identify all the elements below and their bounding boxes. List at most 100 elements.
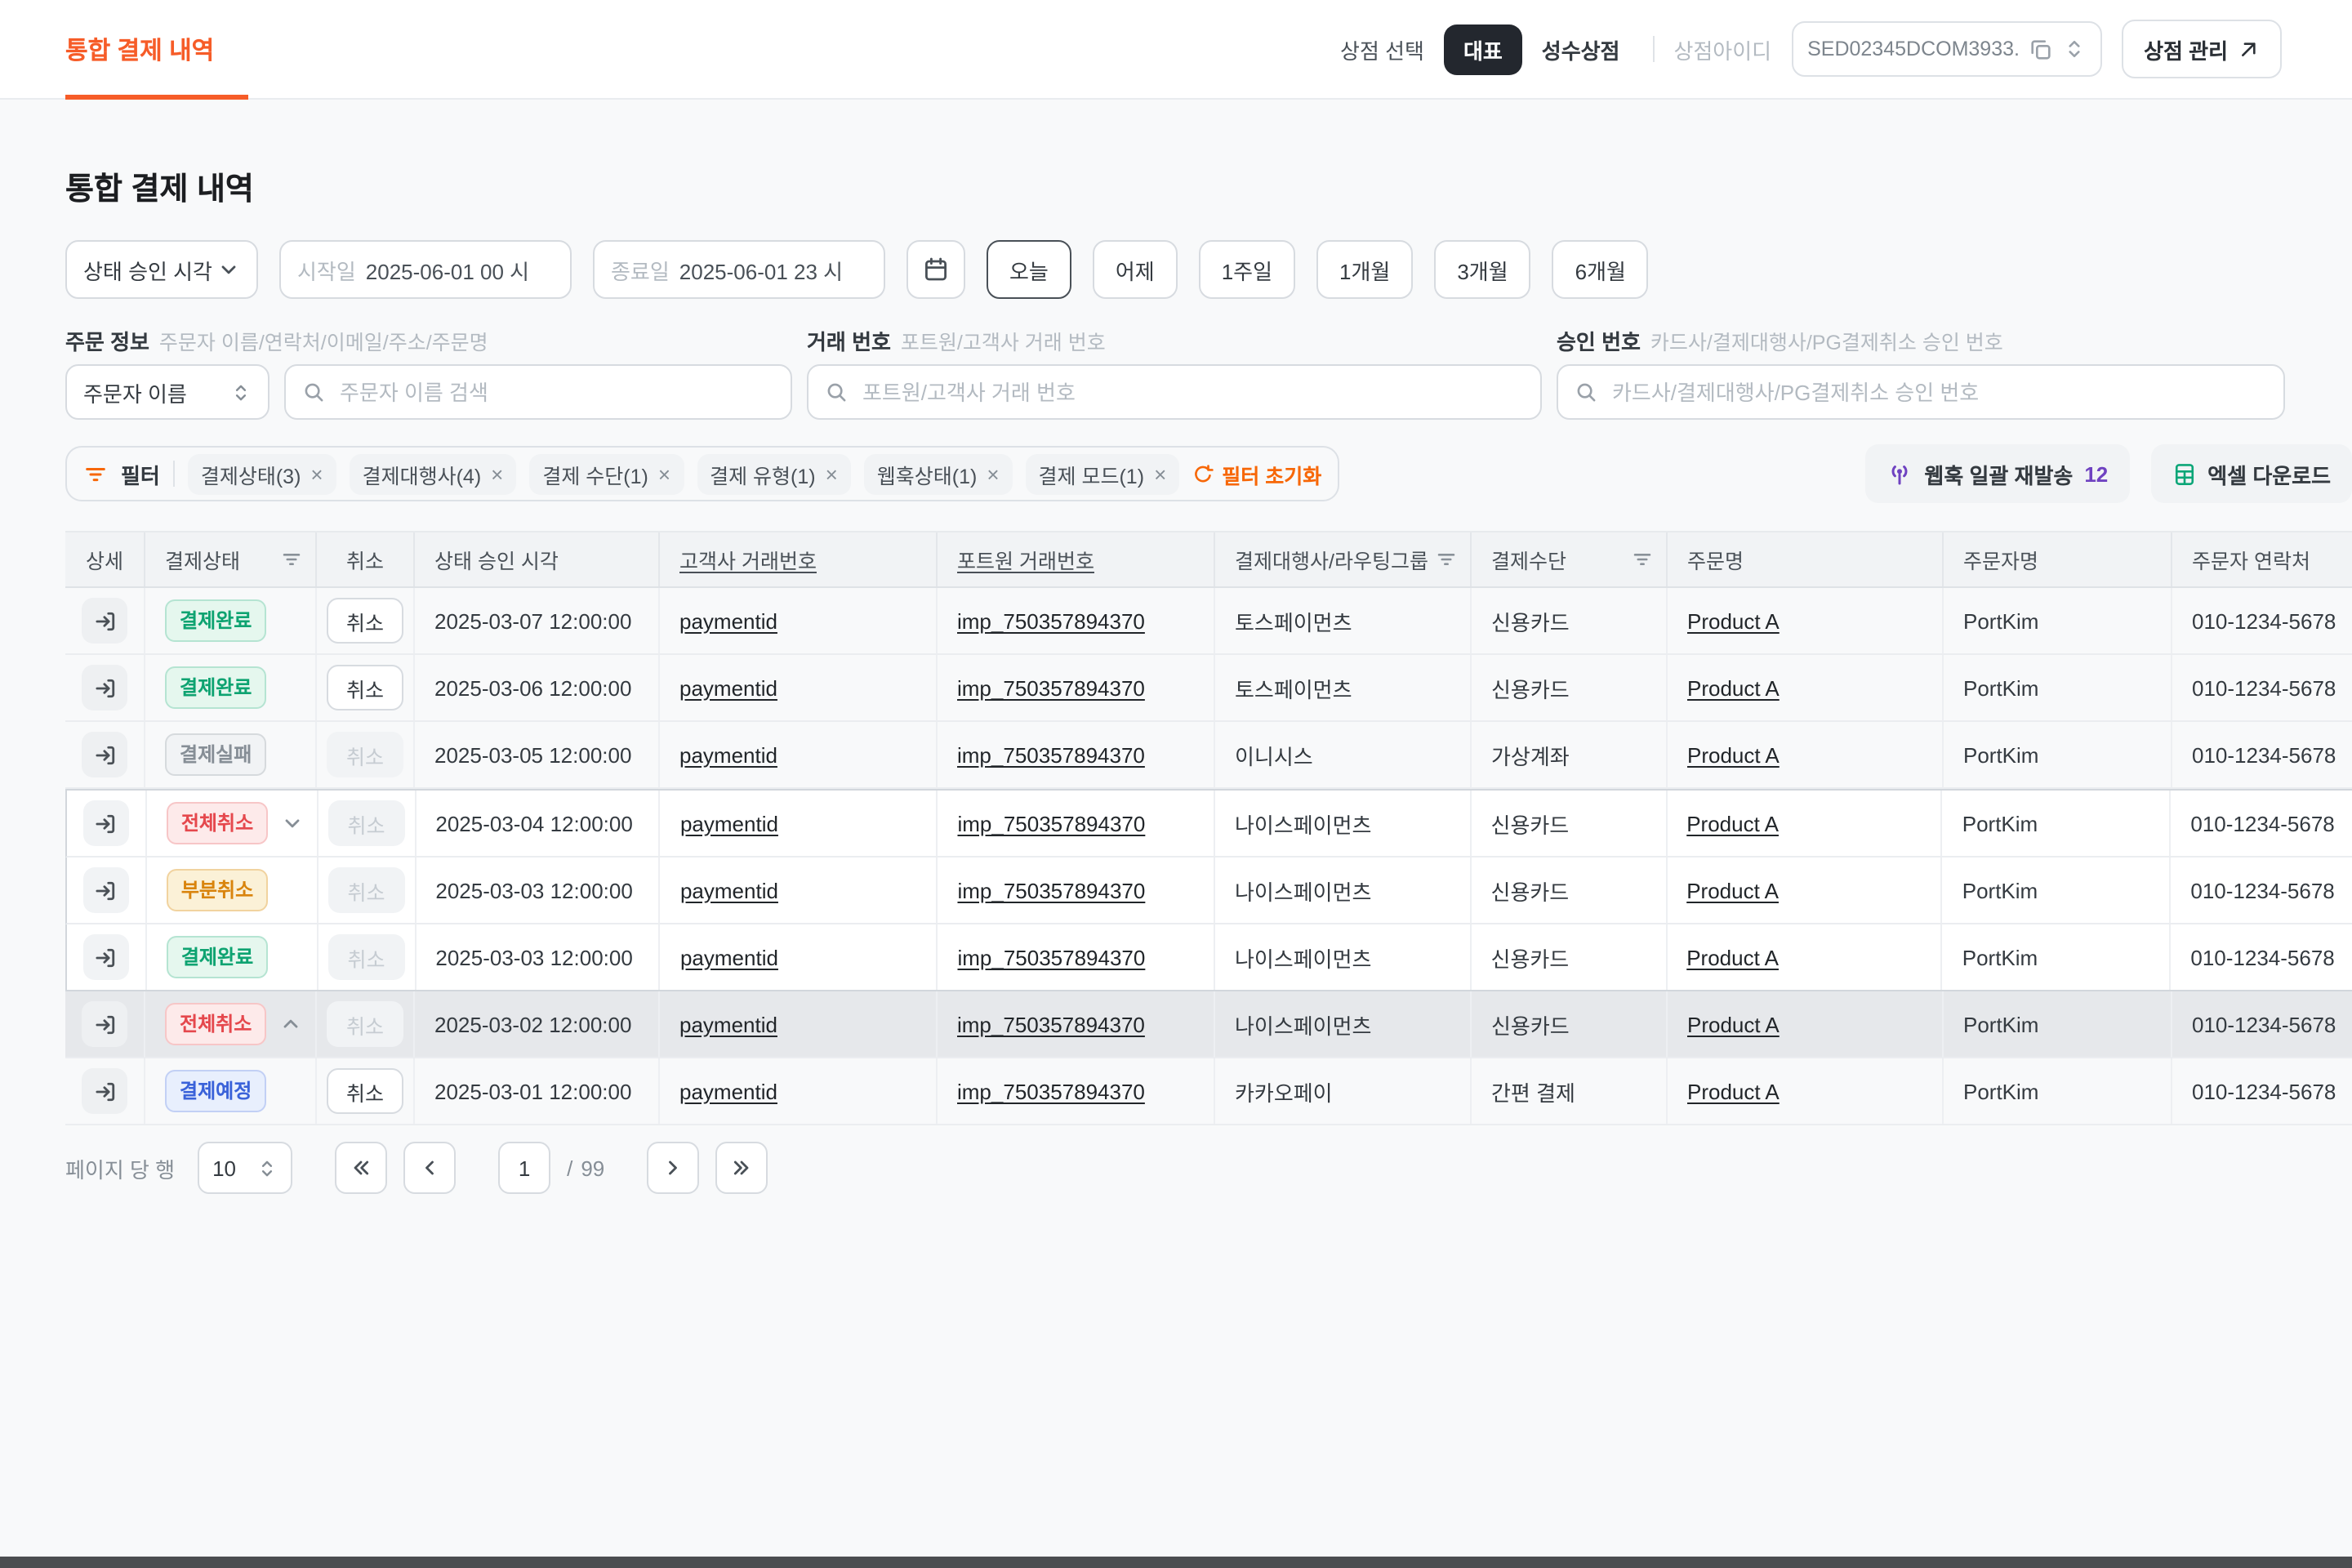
- customer-txn-link[interactable]: paymentid: [679, 675, 777, 700]
- prev-page-button[interactable]: [403, 1142, 456, 1194]
- detail-button[interactable]: [83, 867, 129, 913]
- order-name-link[interactable]: Product A: [1687, 1012, 1780, 1036]
- store-segment-secondary[interactable]: 성수상점: [1529, 24, 1633, 74]
- quick-range-today[interactable]: 오늘: [987, 240, 1071, 299]
- cancel-button[interactable]: 취소: [327, 1068, 403, 1114]
- chip-remove-icon[interactable]: ×: [658, 461, 670, 486]
- portone-txn-link[interactable]: imp_750357894370: [957, 1079, 1145, 1103]
- status-badge: 결제실패: [165, 733, 266, 776]
- chevron-updown-icon: [256, 1157, 278, 1178]
- quick-range-6month[interactable]: 6개월: [1552, 240, 1649, 299]
- chevron-updown-icon[interactable]: [2062, 38, 2085, 60]
- col-orderer-contact: 주문자 연락처: [2172, 532, 2352, 586]
- chip-remove-icon[interactable]: ×: [1154, 461, 1166, 486]
- order-name-link[interactable]: Product A: [1686, 945, 1779, 969]
- order-name-link[interactable]: Product A: [1687, 1079, 1780, 1103]
- order-name-link[interactable]: Product A: [1686, 811, 1779, 835]
- chip-webhook-status[interactable]: 웹훅상태(1)×: [864, 453, 1013, 494]
- status-chevron-icon[interactable]: [281, 812, 304, 835]
- detail-button[interactable]: [83, 800, 129, 846]
- detail-button[interactable]: [82, 665, 127, 710]
- customer-txn-link[interactable]: paymentid: [679, 742, 777, 767]
- cancel-button[interactable]: 취소: [327, 598, 403, 644]
- filter-reset-button[interactable]: 필터 초기화: [1192, 458, 1321, 489]
- detail-button[interactable]: [82, 598, 127, 644]
- status-filter-icon[interactable]: [281, 549, 302, 570]
- chip-pay-type[interactable]: 결제 유형(1)×: [697, 453, 851, 494]
- portone-txn-link[interactable]: imp_750357894370: [957, 811, 1145, 835]
- orderer-field-label: 주문자 이름: [83, 376, 187, 408]
- cancel-button[interactable]: 취소: [327, 800, 404, 846]
- start-date-input[interactable]: 시작일 2025-06-01 00 시: [279, 240, 572, 299]
- store-id-input[interactable]: SED02345DCOM3933..: [1791, 21, 2101, 77]
- cancel-button[interactable]: 취소: [327, 1001, 403, 1047]
- last-page-button[interactable]: [715, 1142, 768, 1194]
- chip-pg-provider[interactable]: 결제대행사(4)×: [350, 453, 517, 494]
- order-name-link[interactable]: Product A: [1687, 742, 1780, 767]
- cancel-button[interactable]: 취소: [327, 867, 404, 913]
- portone-txn-link[interactable]: imp_750357894370: [957, 945, 1145, 969]
- detail-button[interactable]: [82, 732, 127, 777]
- cancel-button[interactable]: 취소: [327, 934, 404, 980]
- detail-button[interactable]: [82, 1001, 127, 1047]
- chip-remove-icon[interactable]: ×: [826, 461, 838, 486]
- chip-remove-icon[interactable]: ×: [987, 461, 999, 486]
- customer-txn-link[interactable]: paymentid: [680, 945, 778, 969]
- pg-filter-icon[interactable]: [1436, 549, 1457, 570]
- chip-remove-icon[interactable]: ×: [491, 461, 503, 486]
- txn-search-input[interactable]: [859, 378, 1524, 406]
- quick-range-3month[interactable]: 3개월: [1434, 240, 1530, 299]
- copy-icon[interactable]: [2028, 37, 2052, 61]
- portone-txn-link[interactable]: imp_750357894370: [957, 608, 1145, 633]
- method-filter-icon[interactable]: [1632, 549, 1653, 570]
- current-page-input[interactable]: 1: [498, 1142, 550, 1194]
- customer-txn-link[interactable]: paymentid: [679, 1079, 777, 1103]
- pay-method: 신용카드: [1472, 924, 1668, 990]
- manage-store-button[interactable]: 상점 관리: [2121, 20, 2282, 78]
- calendar-button[interactable]: [906, 240, 965, 299]
- status-chevron-icon[interactable]: [279, 1013, 302, 1036]
- webhook-resend-label: 웹훅 일괄 재발송: [1924, 458, 2073, 489]
- store-segment-primary[interactable]: 대표: [1444, 24, 1522, 74]
- quick-range-yesterday[interactable]: 어제: [1093, 240, 1178, 299]
- rows-per-page-select[interactable]: 10: [198, 1142, 292, 1194]
- chip-remove-icon[interactable]: ×: [310, 461, 323, 486]
- customer-txn-link[interactable]: paymentid: [679, 1012, 777, 1036]
- quick-range-1week[interactable]: 1주일: [1199, 240, 1295, 299]
- chipbar-divider: [173, 461, 175, 487]
- order-name-link[interactable]: Product A: [1686, 878, 1779, 902]
- excel-download-button[interactable]: 엑셀 다운로드: [2150, 444, 2352, 503]
- order-name-link[interactable]: Product A: [1687, 675, 1780, 700]
- cancel-button[interactable]: 취소: [327, 665, 403, 710]
- topbar-right: 상점 선택 대표 성수상점 상점아이디 SED02345DCOM3933.. 상…: [1340, 0, 2282, 98]
- portone-txn-link[interactable]: imp_750357894370: [957, 742, 1145, 767]
- cancel-button[interactable]: 취소: [327, 732, 403, 777]
- customer-txn-link[interactable]: paymentid: [679, 608, 777, 633]
- open-detail-icon: [92, 1012, 117, 1036]
- quick-range-1month[interactable]: 1개월: [1316, 240, 1413, 299]
- time-mode-select[interactable]: 상태 승인 시각: [65, 240, 258, 299]
- chip-payment-status[interactable]: 결제상태(3)×: [188, 453, 336, 494]
- tab-integrated-payments[interactable]: 통합 결제 내역: [65, 32, 214, 66]
- start-date-prefix: 시작일: [297, 254, 356, 285]
- end-date-input[interactable]: 종료일 2025-06-01 23 시: [593, 240, 885, 299]
- chip-pay-mode[interactable]: 결제 모드(1)×: [1026, 453, 1180, 494]
- chip-pay-method[interactable]: 결제 수단(1)×: [529, 453, 684, 494]
- order-name-link[interactable]: Product A: [1687, 608, 1780, 633]
- detail-button[interactable]: [82, 1068, 127, 1114]
- customer-txn-link[interactable]: paymentid: [680, 878, 778, 902]
- customer-txn-link[interactable]: paymentid: [680, 811, 778, 835]
- portone-txn-link[interactable]: imp_750357894370: [957, 1012, 1145, 1036]
- total-pages: 99: [581, 1156, 604, 1180]
- portone-txn-link[interactable]: imp_750357894370: [957, 878, 1145, 902]
- webhook-resend-button[interactable]: 웹훅 일괄 재발송 12: [1865, 444, 2129, 503]
- detail-button[interactable]: [83, 934, 129, 980]
- orderer-search-input[interactable]: [336, 378, 774, 406]
- next-page-button[interactable]: [647, 1142, 699, 1194]
- approval-search-input[interactable]: [1609, 378, 2267, 406]
- first-page-button[interactable]: [335, 1142, 387, 1194]
- orderer-field-select[interactable]: 주문자 이름: [65, 364, 270, 420]
- open-detail-icon: [94, 945, 118, 969]
- portone-txn-link[interactable]: imp_750357894370: [957, 675, 1145, 700]
- main-content: 통합 결제 내역 상태 승인 시각 시작일 2025-06-01 00 시 종료…: [65, 165, 2352, 1194]
